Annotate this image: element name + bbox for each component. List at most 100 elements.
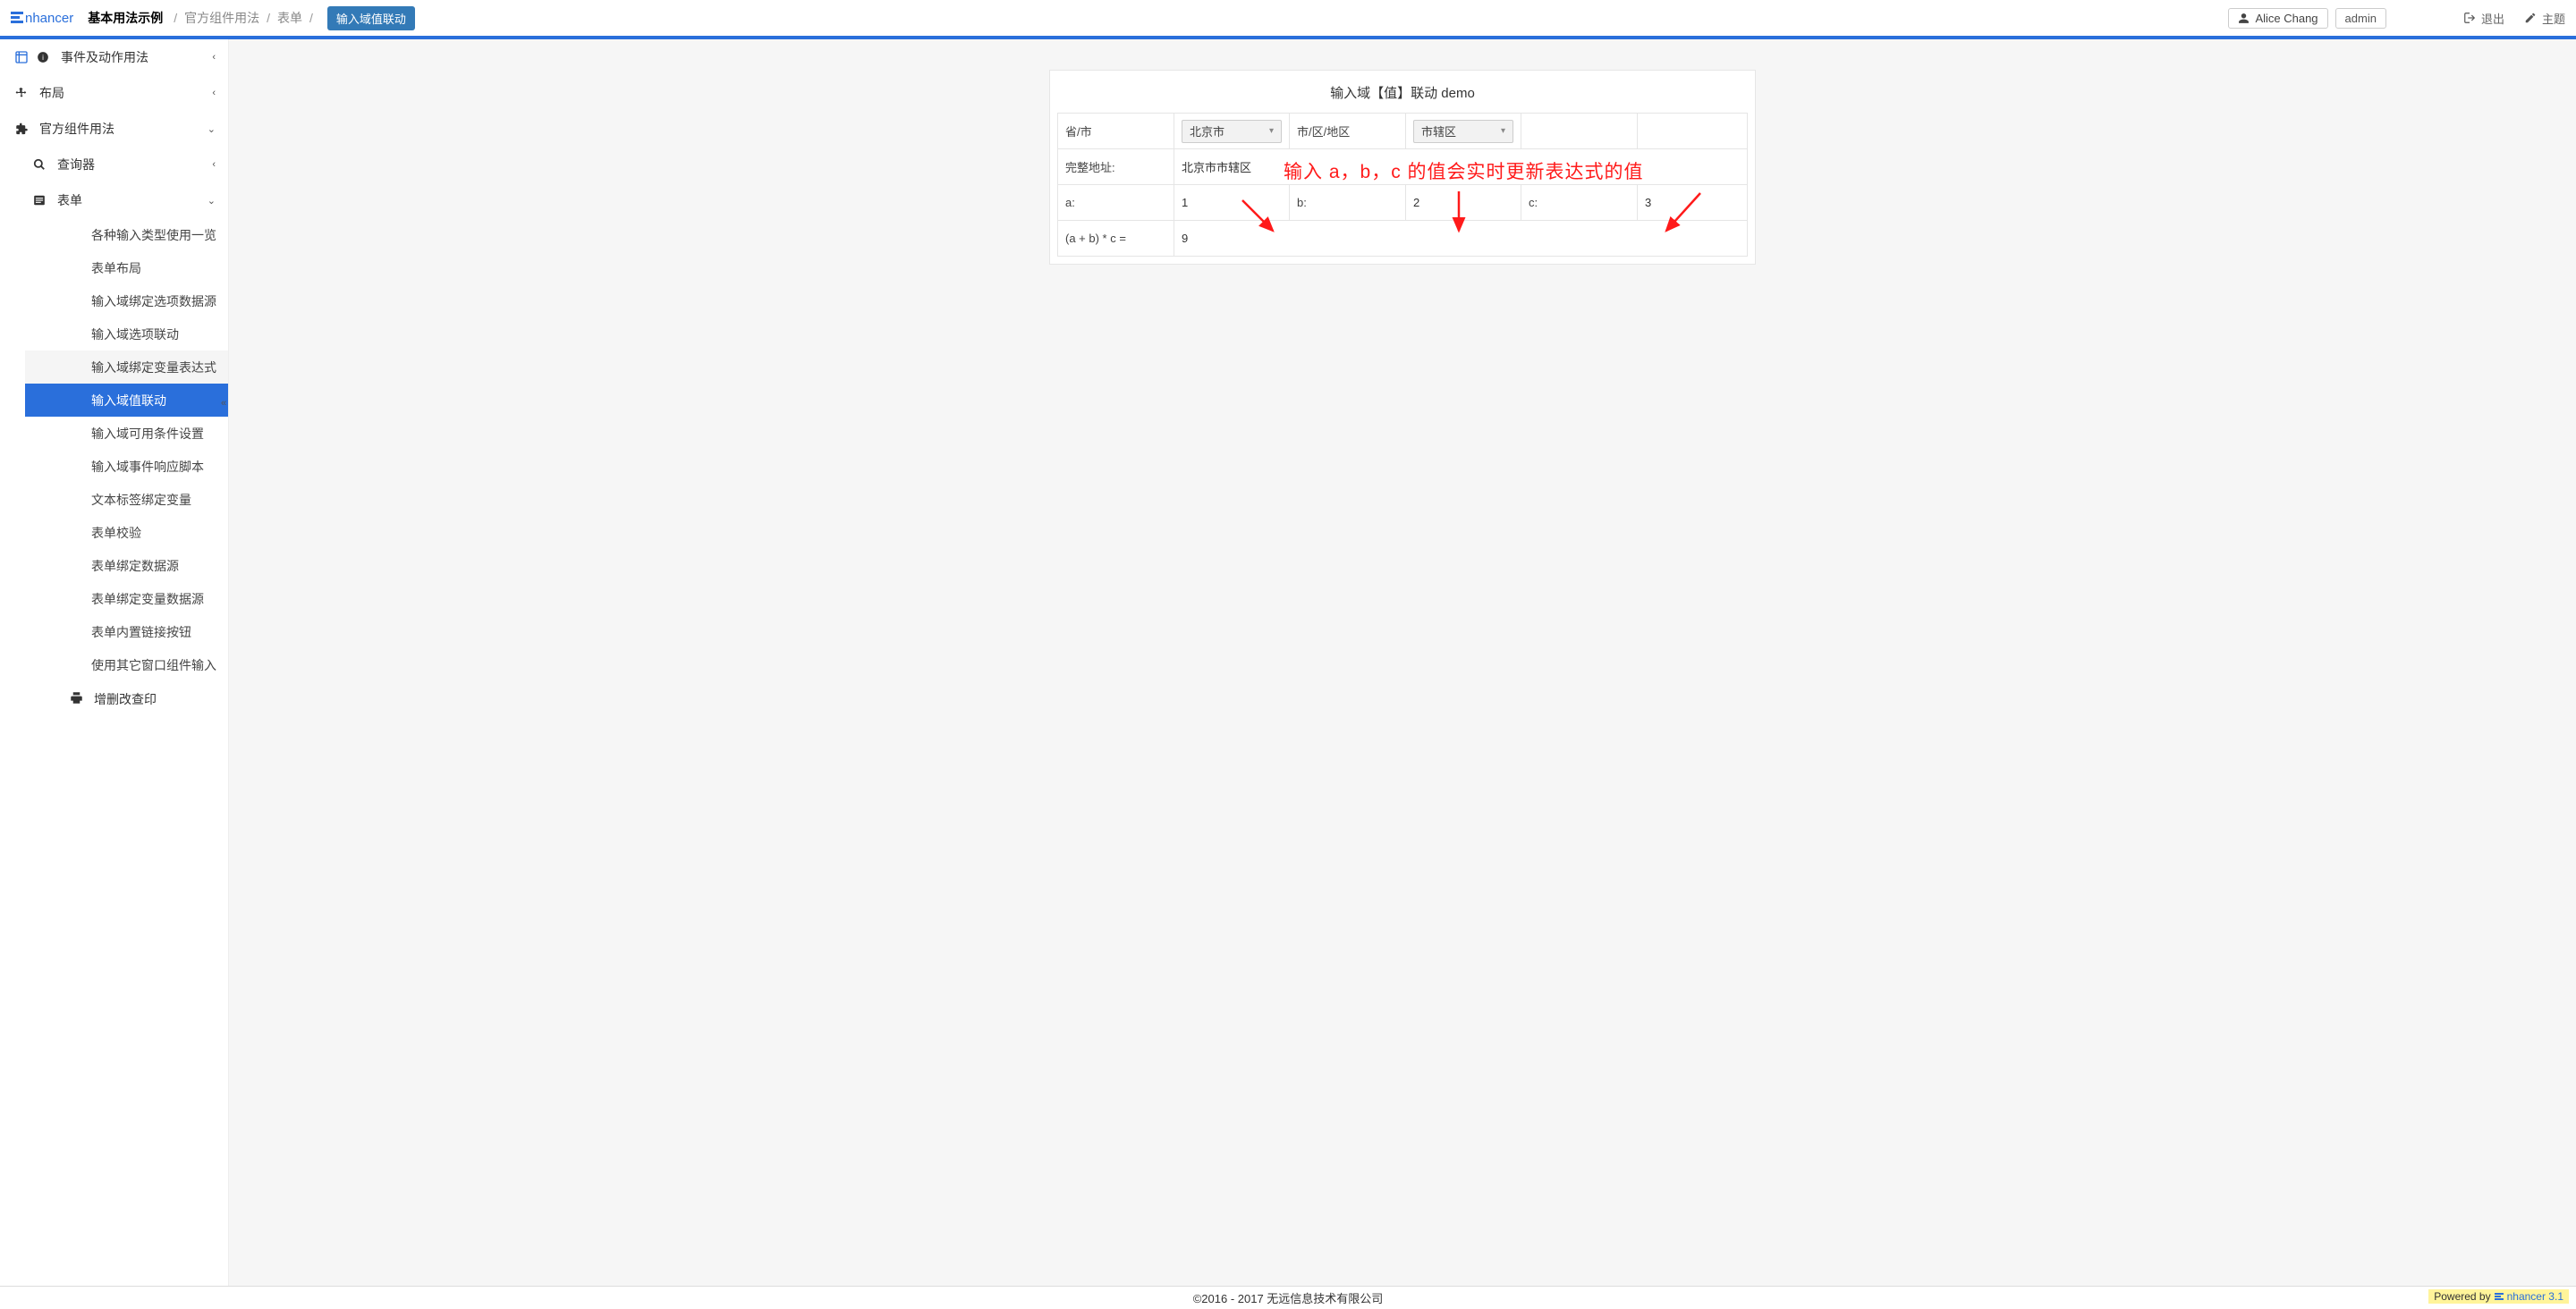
form-table: 省/市 北京市 ▾ 市/区/地区 市辖区 ▾ bbox=[1057, 113, 1748, 257]
sidebar-item[interactable]: 输入域选项联动 bbox=[25, 317, 228, 350]
form-panel: 输入域【值】联动 demo 省/市 北京市 ▾ 市/区/地区 bbox=[1049, 70, 1756, 265]
label-district: 市/区/地区 bbox=[1290, 114, 1406, 149]
logo-bars-icon bbox=[11, 12, 23, 25]
sidebar-group-label: 官方组件用法 bbox=[39, 120, 114, 138]
sidebar-item[interactable]: 输入域事件响应脚本 bbox=[25, 450, 228, 483]
role-chip[interactable]: admin bbox=[2335, 8, 2386, 29]
sidebar-subgroup-label: 表单 bbox=[57, 191, 82, 209]
chevron-left-icon: ‹ bbox=[212, 159, 216, 170]
powered-brand: nhancer 3.1 bbox=[2507, 1290, 2563, 1303]
puzzle-icon bbox=[13, 122, 30, 136]
powered-by-badge[interactable]: Powered by nhancer 3.1 bbox=[2428, 1289, 2569, 1304]
theme-button[interactable]: 主题 bbox=[2524, 10, 2565, 27]
sidebar-item[interactable]: 表单绑定数据源 bbox=[25, 549, 228, 582]
breadcrumb-current: 输入域值联动 bbox=[327, 6, 415, 30]
chevron-left-icon: ‹ bbox=[212, 52, 216, 63]
powered-prefix: Powered by bbox=[2434, 1290, 2490, 1303]
logo-bars-icon bbox=[2495, 1293, 2504, 1301]
select-value: 北京市 bbox=[1190, 122, 1224, 139]
sidebar-group-layout[interactable]: 布局 ‹ bbox=[0, 75, 228, 111]
sidebar-item[interactable]: 输入域绑定变量表达式 bbox=[25, 350, 228, 384]
province-select[interactable]: 北京市 ▾ bbox=[1182, 120, 1282, 143]
breadcrumb-root[interactable]: 基本用法示例 bbox=[88, 9, 163, 27]
breadcrumb-item-2[interactable]: 表单 bbox=[277, 9, 302, 27]
cell-address: 北京市市辖区 bbox=[1174, 149, 1748, 185]
panel-title: 输入域【值】联动 demo bbox=[1050, 71, 1755, 113]
cell-province-select: 北京市 ▾ bbox=[1174, 114, 1290, 149]
sidebar-item[interactable]: 各种输入类型使用一览 bbox=[25, 218, 228, 251]
result-value: 9 bbox=[1182, 232, 1188, 245]
address-value: 北京市市辖区 bbox=[1182, 161, 1251, 174]
sidebar-item[interactable]: 表单绑定变量数据源 bbox=[25, 582, 228, 615]
logout-icon bbox=[2463, 12, 2476, 24]
cell-empty bbox=[1638, 114, 1748, 149]
chevron-down-icon: ⌄ bbox=[208, 195, 216, 207]
topbar-right: Alice Chang admin 退出 主题 bbox=[2228, 8, 2565, 29]
sidebar-subgroup-query[interactable]: 查询器 ‹ bbox=[25, 147, 228, 182]
search-icon bbox=[30, 158, 48, 171]
sidebar-item[interactable]: 输入域可用条件设置 bbox=[25, 417, 228, 450]
table-row: (a + b) * c = 9 bbox=[1058, 221, 1748, 257]
sidebar-item[interactable]: 表单校验 bbox=[25, 516, 228, 549]
breadcrumb-sep: / bbox=[309, 11, 313, 25]
user-chip[interactable]: Alice Chang bbox=[2228, 8, 2327, 29]
annotation-arrow-icon bbox=[1436, 188, 1481, 241]
table-row: 省/市 北京市 ▾ 市/区/地区 市辖区 ▾ bbox=[1058, 114, 1748, 149]
move-icon bbox=[13, 87, 30, 99]
breadcrumb-sep: / bbox=[267, 11, 270, 25]
content-wrap: 输入域【值】联动 demo 省/市 北京市 ▾ 市/区/地区 bbox=[1049, 70, 1756, 265]
cell-district-select: 市辖区 ▾ bbox=[1406, 114, 1521, 149]
breadcrumb-sep: / bbox=[174, 11, 177, 25]
sidebar-item-print[interactable]: 增删改查印 bbox=[25, 681, 228, 717]
chevron-down-icon: ▾ bbox=[1501, 126, 1505, 136]
sidebar-group-label: 事件及动作用法 bbox=[61, 48, 148, 66]
cell-empty bbox=[1521, 114, 1638, 149]
sidebar-group-events[interactable]: i 事件及动作用法 ‹ bbox=[0, 39, 228, 75]
logout-button[interactable]: 退出 bbox=[2463, 10, 2504, 27]
info-icon: i bbox=[34, 51, 52, 63]
annotation-arrow-icon bbox=[1237, 195, 1282, 240]
select-value: 市辖区 bbox=[1421, 122, 1456, 139]
table-row: a: b: c: bbox=[1058, 185, 1748, 221]
user-icon bbox=[2238, 13, 2250, 24]
sidebar-item[interactable]: 使用其它窗口组件输入 bbox=[25, 648, 228, 681]
sidebar-item[interactable]: 文本标签绑定变量 bbox=[25, 483, 228, 516]
expand-icon bbox=[13, 50, 30, 64]
brand-logo[interactable]: nhancer bbox=[11, 11, 73, 26]
district-select[interactable]: 市辖区 ▾ bbox=[1413, 120, 1513, 143]
list-icon bbox=[30, 194, 48, 207]
chevron-double-left-icon: « bbox=[221, 398, 226, 409]
sidebar-item-active[interactable]: 输入域值联动 bbox=[25, 384, 228, 417]
print-icon bbox=[70, 691, 83, 707]
sidebar-group-label: 布局 bbox=[39, 84, 64, 102]
brand-text: nhancer bbox=[25, 11, 73, 26]
sidebar-subgroup-form[interactable]: 表单 ⌄ bbox=[25, 182, 228, 218]
sidebar-item[interactable]: 表单内置链接按钮 bbox=[25, 615, 228, 648]
breadcrumb-item-1[interactable]: 官方组件用法 bbox=[184, 9, 259, 27]
label-b: b: bbox=[1290, 185, 1406, 221]
svg-text:i: i bbox=[42, 54, 44, 62]
label-expr: (a + b) * c = bbox=[1058, 221, 1174, 257]
chevron-down-icon: ▾ bbox=[1269, 126, 1274, 136]
annotation-arrow-icon bbox=[1657, 188, 1711, 241]
label-c: c: bbox=[1521, 185, 1638, 221]
user-name: Alice Chang bbox=[2255, 12, 2318, 25]
sidebar-collapse-button[interactable]: « bbox=[217, 390, 229, 417]
topbar: nhancer 基本用法示例 / 官方组件用法 / 表单 / 输入域值联动 Al… bbox=[0, 0, 2576, 39]
sidebar-subgroup-label: 查询器 bbox=[57, 156, 95, 173]
logout-label: 退出 bbox=[2481, 10, 2504, 27]
chevron-down-icon: ⌄ bbox=[208, 123, 216, 135]
footer-copyright: ©2016 - 2017 无远信息技术有限公司 bbox=[1193, 1289, 1384, 1306]
sidebar-item[interactable]: 输入域绑定选项数据源 bbox=[25, 284, 228, 317]
chevron-left-icon: ‹ bbox=[212, 88, 216, 98]
sidebar-item[interactable]: 表单布局 bbox=[25, 251, 228, 284]
sidebar: i 事件及动作用法 ‹ 布局 ‹ 官方组件用法 ⌄ 查询器 bbox=[0, 39, 229, 1286]
footer: ©2016 - 2017 无远信息技术有限公司 Powered by nhanc… bbox=[0, 1286, 2576, 1309]
table-row: 完整地址: 北京市市辖区 bbox=[1058, 149, 1748, 185]
theme-label: 主题 bbox=[2542, 10, 2565, 27]
label-province: 省/市 bbox=[1058, 114, 1174, 149]
label-address: 完整地址: bbox=[1058, 149, 1174, 185]
content-area: 输入域【值】联动 demo 省/市 北京市 ▾ 市/区/地区 bbox=[229, 39, 2576, 1286]
pencil-icon bbox=[2524, 12, 2537, 24]
sidebar-group-official[interactable]: 官方组件用法 ⌄ bbox=[0, 111, 228, 147]
